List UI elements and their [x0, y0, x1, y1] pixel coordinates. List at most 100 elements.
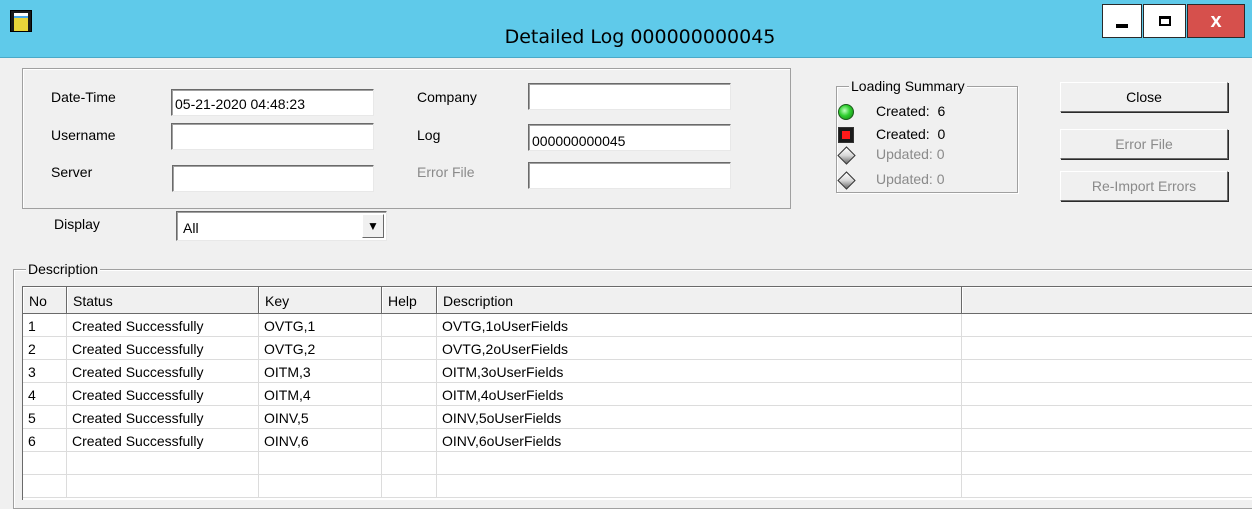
username-label: Username [51, 127, 116, 143]
cell-help [382, 475, 437, 498]
empty-table-row[interactable] [23, 452, 1252, 475]
table-row[interactable]: 3 Created Successfully OITM,3 OITM,3oUserFi… [23, 360, 1252, 383]
cell-key [259, 475, 382, 498]
datetime-field[interactable]: 05-21-2020 04:48:23 [171, 89, 374, 116]
summary-label: Created: 6 [876, 103, 946, 119]
cell-description: OINV,5oUserFields [437, 406, 962, 429]
cell-help [382, 383, 437, 406]
summary-updated-failed: Updated: 0 [837, 170, 998, 190]
cell-empty [962, 429, 1252, 452]
dropdown-arrow-icon[interactable]: ▼ [362, 214, 384, 238]
description-table[interactable]: No Status Key Help Description 1 Created … [22, 286, 1252, 500]
display-label: Display [54, 216, 100, 232]
error-file-field [528, 162, 731, 189]
cell-status: Created Successfully [67, 337, 259, 360]
summary-updated-success: Updated: 0 [837, 145, 998, 165]
cell-empty [962, 452, 1252, 475]
grey-diamond-icon [837, 146, 856, 165]
cell-no: 2 [23, 337, 67, 360]
cell-status: Created Successfully [67, 406, 259, 429]
cell-description: OVTG,1oUserFields [437, 314, 962, 337]
summary-label: Created: 0 [876, 126, 946, 142]
close-button[interactable]: Close [1060, 82, 1228, 112]
summary-label: Updated: 0 [876, 146, 945, 162]
cell-no: 3 [23, 360, 67, 383]
cell-help [382, 406, 437, 429]
maximize-button[interactable] [1143, 4, 1186, 38]
error-file-button: Error File [1060, 129, 1228, 159]
cell-help [382, 314, 437, 337]
server-label: Server [51, 164, 93, 180]
green-led-icon [838, 104, 854, 120]
username-field[interactable] [171, 123, 374, 150]
loading-summary-title: Loading Summary [849, 78, 967, 94]
cell-description: OVTG,2oUserFields [437, 337, 962, 360]
column-header-key[interactable]: Key [259, 287, 382, 314]
datetime-label: Date-Time [51, 89, 116, 105]
display-select-value: All [183, 220, 199, 236]
company-label: Company [417, 89, 477, 105]
cell-no: 4 [23, 383, 67, 406]
grey-diamond-icon [837, 171, 856, 190]
close-window-button[interactable]: x [1187, 4, 1245, 38]
cell-status: Created Successfully [67, 429, 259, 452]
cell-empty [962, 475, 1252, 498]
company-field[interactable] [528, 83, 731, 110]
cell-key: OINV,5 [259, 406, 382, 429]
empty-table-row[interactable] [23, 475, 1252, 498]
cell-no [23, 475, 67, 498]
cell-status [67, 475, 259, 498]
cell-key: OVTG,1 [259, 314, 382, 337]
cell-status [67, 452, 259, 475]
reimport-errors-button: Re-Import Errors [1060, 171, 1228, 201]
table-row[interactable]: 1 Created Successfully OVTG,1 OVTG,1oUserFi… [23, 314, 1252, 337]
cell-key: OVTG,2 [259, 337, 382, 360]
column-header-no[interactable]: No [23, 287, 67, 314]
log-field[interactable]: 000000000045 [528, 124, 731, 151]
maximize-icon [1158, 16, 1171, 26]
column-header-description[interactable]: Description [437, 287, 962, 314]
column-header-status[interactable]: Status [67, 287, 259, 314]
cell-status: Created Successfully [67, 360, 259, 383]
cell-no: 6 [23, 429, 67, 452]
summary-created-failed: Created: 0 [838, 125, 998, 145]
cell-description: OINV,6oUserFields [437, 429, 962, 452]
cell-key: OITM,3 [259, 360, 382, 383]
red-led-icon [838, 127, 854, 143]
cell-help [382, 337, 437, 360]
cell-empty [962, 406, 1252, 429]
cell-status: Created Successfully [67, 383, 259, 406]
cell-no: 1 [23, 314, 67, 337]
title-bar[interactable]: Detailed Log 000000000045 x [0, 0, 1252, 58]
cell-help [382, 452, 437, 475]
table-row[interactable]: 4 Created Successfully OITM,4 OITM,4oUserFi… [23, 383, 1252, 406]
cell-key: OITM,4 [259, 383, 382, 406]
table-row[interactable]: 5 Created Successfully OINV,5 OINV,5oUserFi… [23, 406, 1252, 429]
summary-label: Updated: 0 [876, 171, 945, 187]
cell-status: Created Successfully [67, 314, 259, 337]
cell-help [382, 360, 437, 383]
description-title: Description [26, 261, 101, 277]
display-select[interactable]: All ▼ [176, 211, 387, 241]
close-icon: x [1210, 9, 1222, 32]
cell-key: OINV,6 [259, 429, 382, 452]
cell-description [437, 475, 962, 498]
log-label: Log [417, 127, 441, 143]
cell-no: 5 [23, 406, 67, 429]
window-title: Detailed Log 000000000045 [504, 26, 776, 48]
cell-empty [962, 337, 1252, 360]
minimize-button[interactable] [1102, 4, 1142, 38]
cell-description: OITM,4oUserFields [437, 383, 962, 406]
minimize-icon [1116, 24, 1128, 28]
table-row[interactable]: 6 Created Successfully OINV,6 OINV,6oUserFi… [23, 429, 1252, 452]
error-file-label: Error File [417, 164, 475, 180]
summary-created-success: Created: 6 [838, 102, 998, 122]
column-header-help[interactable]: Help [382, 287, 437, 314]
table-row[interactable]: 2 Created Successfully OVTG,2 OVTG,2oUserFi… [23, 337, 1252, 360]
cell-description [437, 452, 962, 475]
cell-no [23, 452, 67, 475]
server-field[interactable] [172, 165, 374, 192]
cell-description: OITM,3oUserFields [437, 360, 962, 383]
table-header: No Status Key Help Description [23, 287, 1252, 314]
cell-empty [962, 314, 1252, 337]
